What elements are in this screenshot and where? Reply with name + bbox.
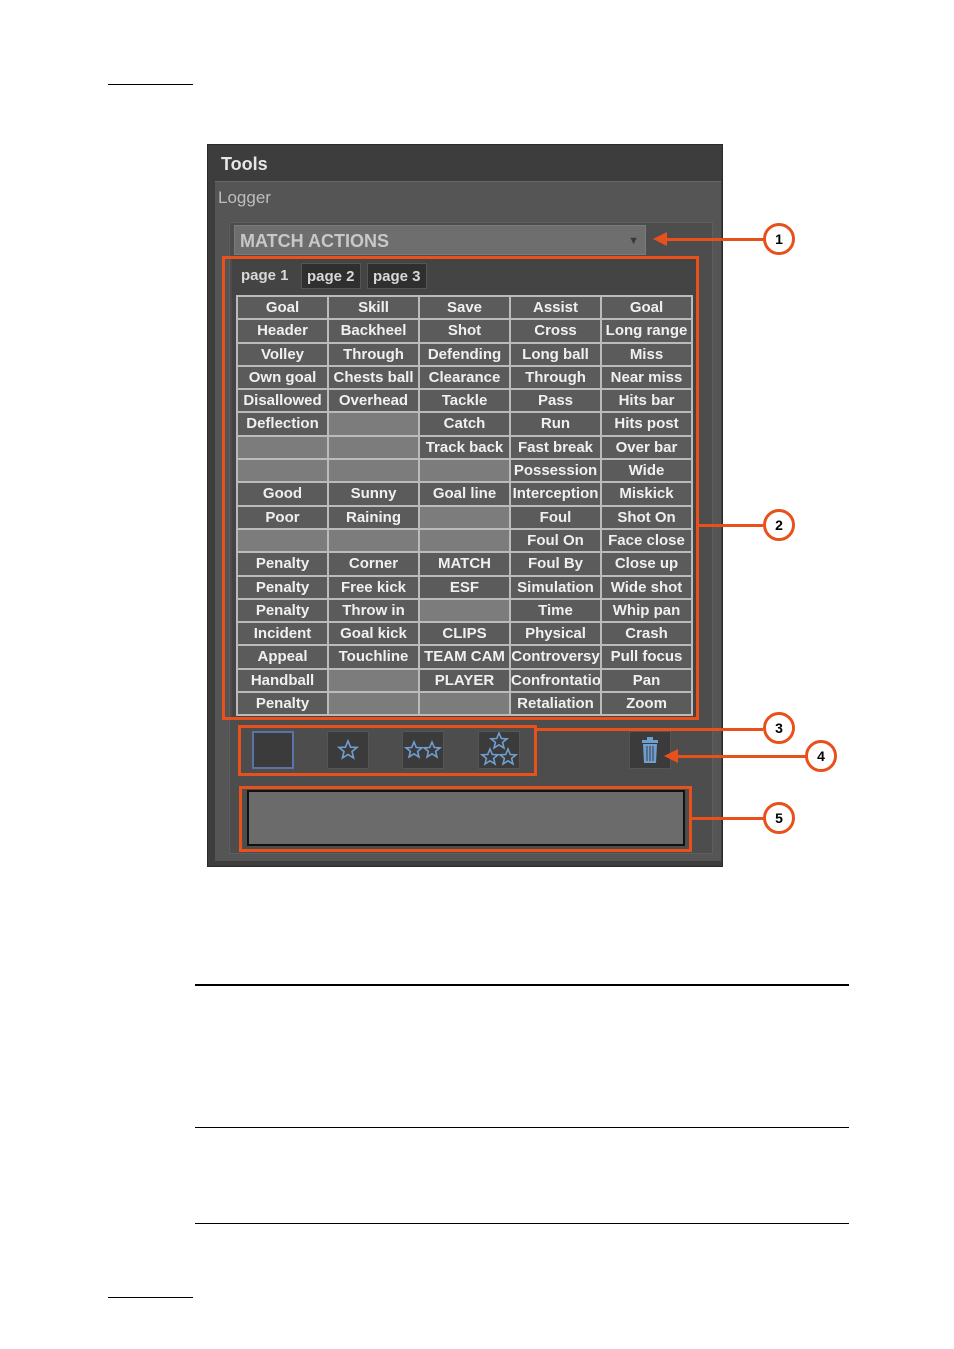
footer-rule [108, 1297, 193, 1298]
callout-4: 4 [805, 740, 837, 772]
action-group-dropdown[interactable]: MATCH ACTIONS ▼ [234, 225, 646, 255]
table-bottom-rule [195, 1223, 849, 1224]
callout-line-4 [676, 755, 806, 758]
callout-5: 5 [763, 802, 795, 834]
callout-line-2 [699, 524, 763, 527]
callout-box-2 [222, 256, 699, 720]
callout-line-3 [537, 728, 763, 731]
dropdown-value: MATCH ACTIONS [240, 231, 389, 251]
callout-2: 2 [763, 509, 795, 541]
callout-line-5 [692, 817, 764, 820]
callout-box-3 [238, 725, 537, 776]
callout-1: 1 [763, 223, 795, 255]
chevron-down-icon: ▼ [628, 235, 639, 247]
header-rule [108, 84, 193, 85]
trash-icon [642, 737, 658, 763]
logger-label: Logger [218, 188, 271, 207]
callout-box-5 [239, 786, 692, 852]
table-top-rule [195, 984, 849, 986]
panel-title: Tools [221, 154, 268, 174]
table-mid-rule [195, 1127, 849, 1128]
callout-line-1 [664, 238, 764, 241]
callout-3: 3 [763, 712, 795, 744]
